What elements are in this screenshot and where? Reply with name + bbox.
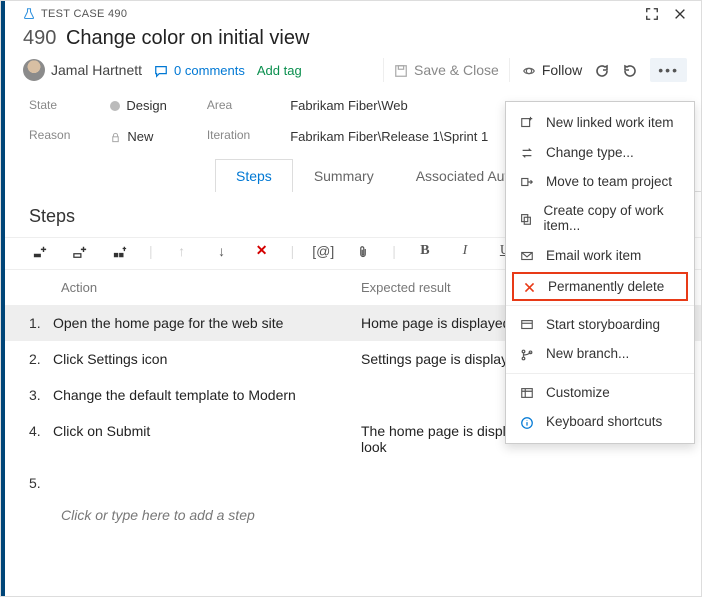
- menu-customize[interactable]: Customize: [506, 378, 694, 407]
- fullscreen-icon[interactable]: [645, 7, 659, 21]
- customize-icon: [518, 385, 536, 400]
- tab-summary[interactable]: Summary: [293, 159, 395, 192]
- row-index: 1.: [29, 315, 53, 331]
- row-action[interactable]: Click on Submit: [53, 423, 361, 439]
- work-item-id: 490: [23, 27, 56, 49]
- mail-icon: [518, 247, 536, 262]
- comment-icon: [154, 62, 168, 78]
- insert-param-icon[interactable]: [109, 243, 131, 259]
- delete-x-icon: [520, 279, 538, 294]
- move-icon: [518, 174, 536, 189]
- row-index: 4.: [29, 423, 53, 439]
- menu-new-linked[interactable]: New linked work item: [506, 108, 694, 137]
- revert-icon[interactable]: [622, 62, 638, 79]
- area-label: Area: [207, 98, 250, 112]
- assigned-to[interactable]: Jamal Hartnett: [23, 59, 142, 81]
- follow-button[interactable]: Follow: [522, 62, 582, 78]
- info-icon: [518, 414, 536, 429]
- area-value[interactable]: Fabrikam Fiber\Web: [290, 98, 488, 113]
- row-action[interactable]: Change the default template to Modern: [53, 387, 361, 403]
- state-dot-icon: [110, 101, 120, 111]
- menu-move-team[interactable]: Move to team project: [506, 167, 694, 196]
- menu-storyboard[interactable]: Start storyboarding: [506, 310, 694, 339]
- insert-shared-icon[interactable]: [69, 243, 91, 259]
- work-item-type-label: TEST CASE 490: [23, 8, 645, 20]
- add-step-placeholder[interactable]: Click or type here to add a step: [5, 501, 701, 523]
- action-header: Action: [61, 280, 361, 295]
- lock-icon: [110, 129, 121, 144]
- close-icon[interactable]: [673, 7, 687, 21]
- copy-icon: [518, 211, 534, 226]
- work-item-header: 490 Change color on initial view: [5, 23, 701, 56]
- menu-separator: [506, 373, 694, 374]
- branch-icon: [518, 346, 536, 361]
- menu-separator: [506, 305, 694, 306]
- comments-button[interactable]: 0 comments: [154, 62, 245, 78]
- save-icon: [394, 62, 408, 78]
- reason-value[interactable]: New: [110, 129, 166, 144]
- move-up-icon: ↑: [171, 243, 193, 259]
- follow-icon: [522, 62, 536, 78]
- add-tag-button[interactable]: Add tag: [257, 63, 302, 78]
- reason-label: Reason: [29, 128, 70, 142]
- save-close-button: Save & Close: [383, 58, 510, 82]
- menu-change-type[interactable]: Change type...: [506, 137, 694, 166]
- actions-menu: New linked work item Change type... Move…: [505, 101, 695, 444]
- menu-new-branch[interactable]: New branch...: [506, 339, 694, 368]
- delete-step-icon[interactable]: ✕: [251, 242, 273, 259]
- attach-icon[interactable]: [352, 243, 374, 259]
- follow-label: Follow: [542, 62, 582, 78]
- param-icon[interactable]: [@]: [312, 243, 334, 259]
- avatar: [23, 59, 45, 81]
- iteration-label: Iteration: [207, 128, 250, 142]
- state-label: State: [29, 98, 70, 112]
- refresh-icon[interactable]: [594, 62, 610, 79]
- insert-step-icon[interactable]: [29, 243, 51, 259]
- row-action[interactable]: Click Settings icon: [53, 351, 361, 367]
- row-index: 2.: [29, 351, 53, 367]
- save-label: Save & Close: [414, 62, 499, 78]
- flask-icon: [23, 8, 35, 20]
- comments-count: 0 comments: [174, 63, 245, 78]
- tab-steps[interactable]: Steps: [215, 159, 293, 192]
- row-index: 5.: [29, 475, 53, 491]
- link-plus-icon: [518, 115, 536, 130]
- work-item-title[interactable]: Change color on initial view: [66, 27, 309, 49]
- menu-email[interactable]: Email work item: [506, 240, 694, 269]
- accent-bar: [1, 1, 5, 596]
- iteration-value[interactable]: Fabrikam Fiber\Release 1\Sprint 1: [290, 129, 488, 144]
- more-actions-button[interactable]: •••: [650, 58, 687, 82]
- menu-copy[interactable]: Create copy of work item...: [506, 196, 694, 240]
- swap-icon: [518, 144, 536, 159]
- row-index: 3.: [29, 387, 53, 403]
- menu-permanently-delete[interactable]: Permanently delete: [512, 272, 688, 301]
- titlebar: TEST CASE 490: [5, 1, 701, 23]
- italic-icon[interactable]: I: [454, 243, 476, 259]
- move-down-icon[interactable]: ↓: [211, 243, 233, 259]
- meta-row: Jamal Hartnett 0 comments Add tag Save &…: [5, 56, 701, 92]
- storyboard-icon: [518, 317, 536, 332]
- row-action[interactable]: Open the home page for the web site: [53, 315, 361, 331]
- work-item-type-text: TEST CASE 490: [41, 8, 127, 20]
- bold-icon[interactable]: B: [414, 243, 436, 259]
- menu-shortcuts[interactable]: Keyboard shortcuts: [506, 407, 694, 436]
- user-name: Jamal Hartnett: [51, 62, 142, 78]
- state-value[interactable]: Design: [110, 98, 166, 113]
- table-row[interactable]: 5.: [5, 465, 701, 501]
